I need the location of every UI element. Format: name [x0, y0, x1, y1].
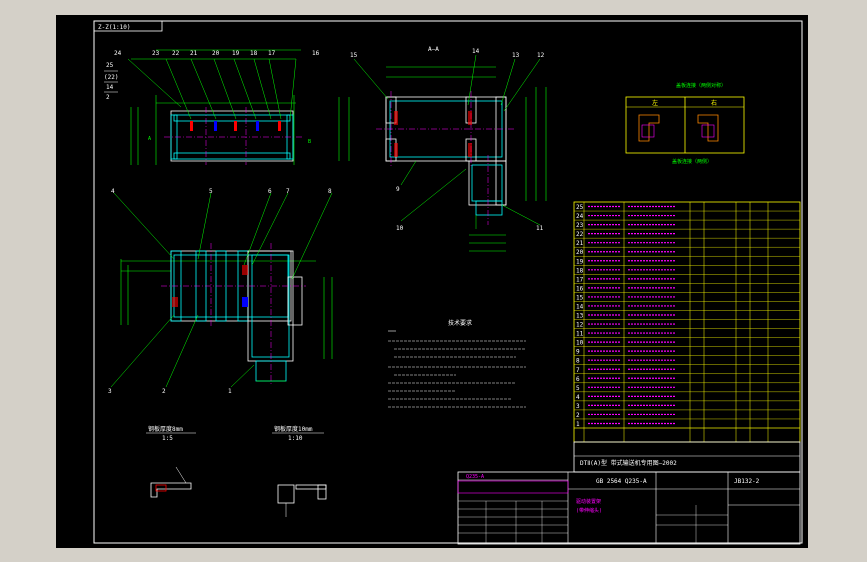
svg-text:盖板连接（两侧）: 盖板连接（两侧） [672, 158, 712, 165]
material-text: Q235-A [466, 474, 484, 480]
bom-row-number: 13 [576, 313, 584, 320]
callout-23: 23 [152, 50, 160, 57]
callout-22b: (22) [104, 74, 118, 81]
section-aa-view: A—A [338, 46, 547, 252]
callout-24: 24 [114, 50, 122, 57]
technical-notes: 技术要求 [388, 319, 526, 408]
callout-14: 14 [106, 84, 114, 91]
bom-row-number: 10 [576, 340, 584, 347]
title-block: DTⅡ(A)型 带式输送机专用图—2002 GB 2564 Q235-A JB1… [457, 441, 801, 545]
callout-10: 10 [396, 225, 404, 232]
svg-text:1:5: 1:5 [162, 435, 173, 442]
callout-3: 3 [108, 388, 112, 395]
svg-text:钢板厚度10mm: 钢板厚度10mm [274, 425, 313, 433]
callout-20: 20 [212, 50, 220, 57]
bom-row-number: 25 [576, 204, 584, 211]
bom-row-number: 20 [576, 249, 584, 256]
drawing-svg: Z-Z(1:10) A B 24 23 22 21 20 19 18 17 16… [93, 20, 803, 545]
bom-row-number: 18 [576, 267, 584, 274]
part-name: 驱动装置架 [576, 498, 601, 505]
callout-19: 19 [232, 50, 240, 57]
callout-1: 1 [228, 388, 232, 395]
plan-view [110, 192, 333, 388]
callout-11: 11 [536, 225, 544, 232]
callout-14s: 14 [472, 48, 480, 55]
callout-4: 4 [111, 188, 115, 195]
svg-text:左: 左 [652, 99, 658, 107]
small-detail-view: 盖板连接（两侧对称） 左 右 盖板连接（两侧） [625, 82, 745, 165]
top-left-view: A B [127, 49, 311, 165]
callout-7: 7 [286, 188, 290, 195]
bom-row-number: 1 [576, 421, 580, 428]
bom-row-number: 17 [576, 276, 584, 283]
bom-row-number: 21 [576, 240, 584, 247]
callout-9: 9 [396, 186, 400, 193]
bom-row-number: 23 [576, 222, 584, 229]
bom-row-number: 11 [576, 331, 584, 338]
callout-12: 12 [537, 52, 545, 59]
callout-6: 6 [268, 188, 272, 195]
bom-row-number: 8 [576, 358, 580, 365]
drawing-border [93, 20, 803, 544]
svg-text:1:10: 1:10 [288, 435, 303, 442]
svg-text:A—A: A—A [428, 46, 439, 53]
svg-text:A: A [148, 136, 151, 142]
bom-row-number: 2 [576, 412, 580, 419]
detail-view-1: 钢板厚度8mm 1:5 [146, 425, 196, 498]
bom-row-number: 16 [576, 285, 584, 292]
callout-5: 5 [209, 188, 213, 195]
callout-17: 17 [268, 50, 276, 57]
bom-row-number: 15 [576, 294, 584, 301]
svg-text:B: B [308, 139, 311, 145]
part-sub: (带伸缩头) [576, 507, 602, 514]
bom-row-number: 6 [576, 376, 580, 383]
bom-row-number: 4 [576, 394, 580, 401]
callout-21: 21 [190, 50, 198, 57]
bom-table: 2524232221201918171615141312111098765432… [573, 201, 801, 443]
bom-row-number: 14 [576, 303, 584, 310]
callout-25: 25 [106, 62, 114, 69]
callout-22: 22 [172, 50, 180, 57]
callout-8: 8 [328, 188, 332, 195]
svg-text:盖板连接（两侧对称）: 盖板连接（两侧对称） [676, 82, 726, 89]
drawing-number: JB132-2 [734, 478, 760, 485]
svg-text:技术要求: 技术要求 [448, 319, 472, 327]
section-label: Z-Z(1:10) [98, 24, 131, 31]
callout-13: 13 [512, 52, 520, 59]
bom-row-number: 22 [576, 231, 584, 238]
title-main: DTⅡ(A)型 带式输送机专用图—2002 [580, 459, 677, 467]
bom-row-number: 9 [576, 349, 580, 356]
callout-15: 15 [350, 52, 358, 59]
callout-16: 16 [312, 50, 320, 57]
svg-text:钢板厚度8mm: 钢板厚度8mm [148, 425, 183, 433]
bom-row-number: 12 [576, 322, 584, 329]
cad-drawing-canvas: Z-Z(1:10) A B 24 23 22 21 20 19 18 17 16… [56, 15, 808, 548]
bom-row-number: 5 [576, 385, 580, 392]
callout-18: 18 [250, 50, 258, 57]
bom-row-number: 19 [576, 258, 584, 265]
svg-text:右: 右 [711, 99, 717, 107]
callout-2p: 2 [162, 388, 166, 395]
detail-view-2: 钢板厚度10mm 1:10 [272, 425, 327, 517]
bom-row-number: 3 [576, 403, 580, 410]
bom-row-number: 24 [576, 213, 584, 220]
standard-text: GB 2564 Q235-A [596, 478, 647, 485]
bom-row-number: 7 [576, 367, 580, 374]
callout-2: 2 [106, 94, 110, 101]
